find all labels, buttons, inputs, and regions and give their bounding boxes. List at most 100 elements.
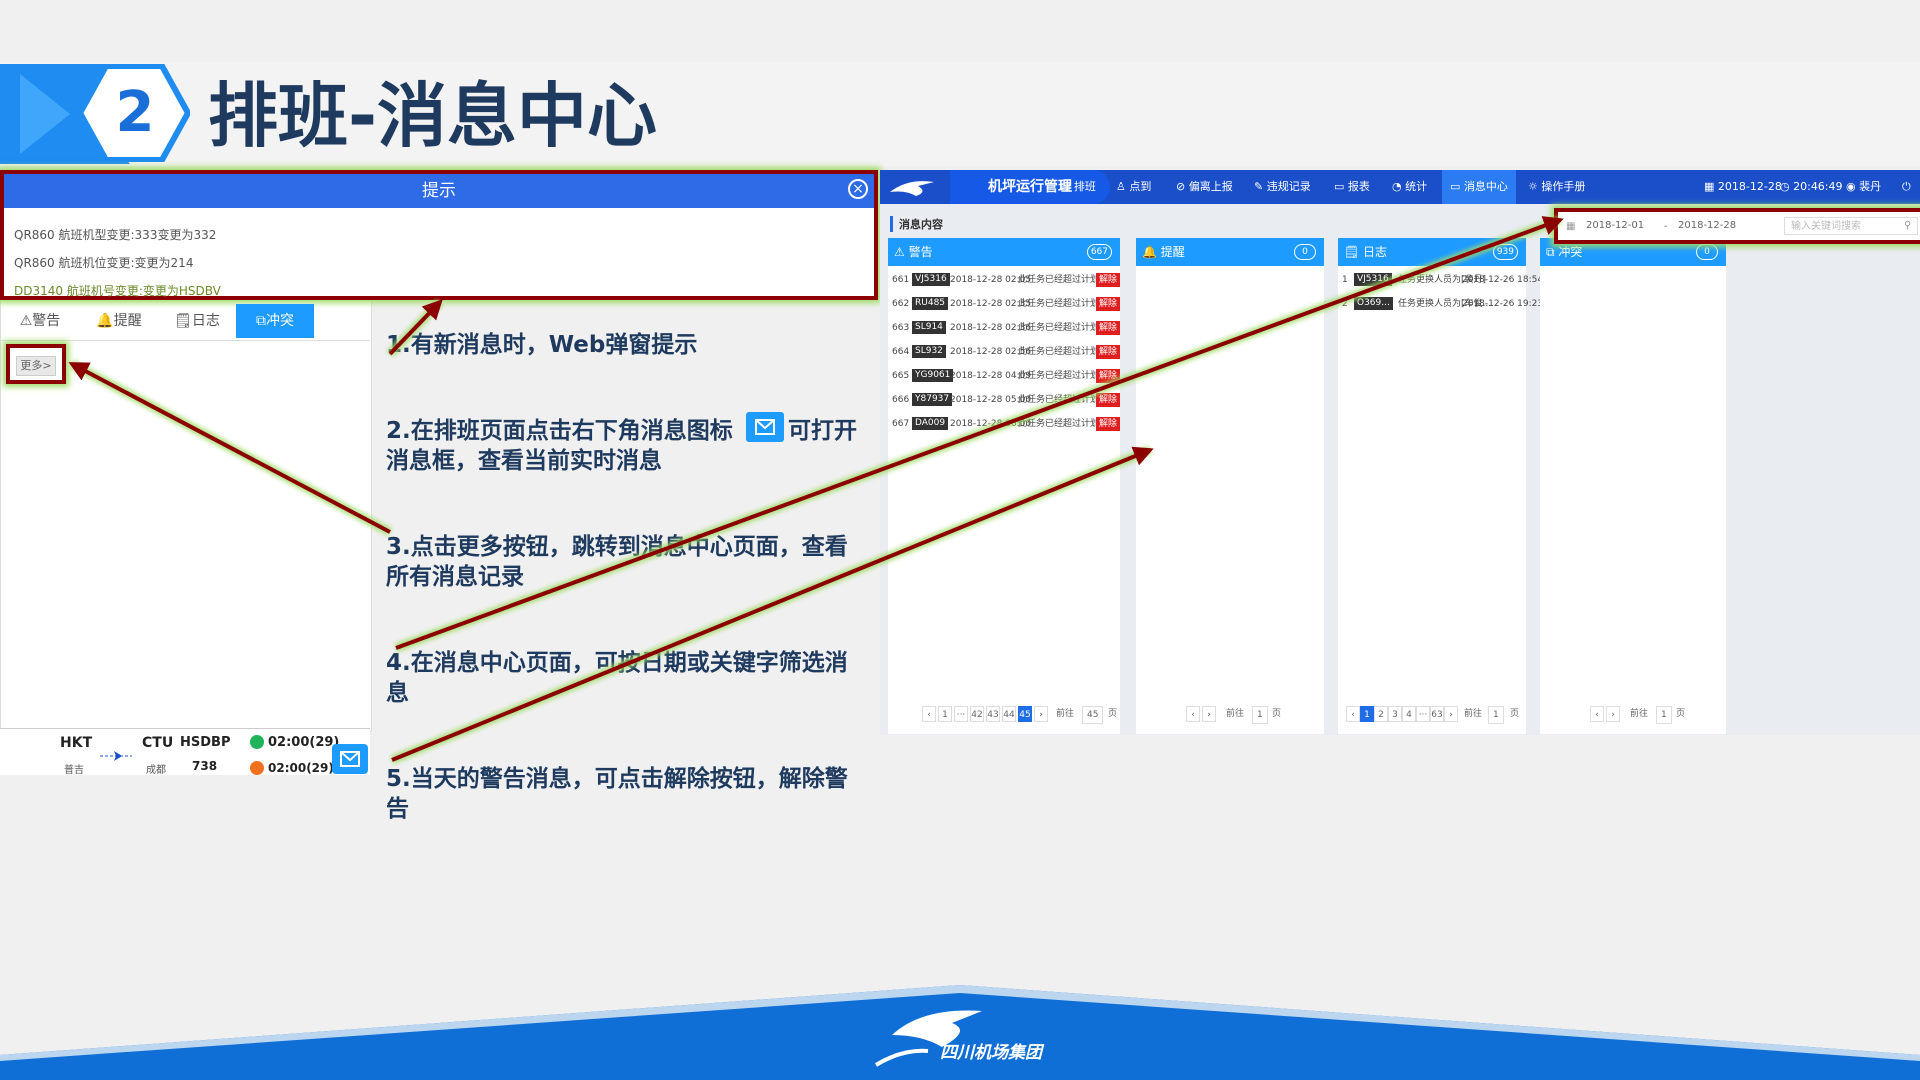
- keyword-search-input[interactable]: 输入关键词搜索: [1784, 217, 1918, 235]
- release-button[interactable]: 解除: [1096, 273, 1121, 287]
- tab-warning[interactable]: ⚠警告: [4, 304, 76, 338]
- nav-report[interactable]: ▭ 报表: [1334, 170, 1378, 204]
- goto-input[interactable]: 1: [1656, 706, 1672, 724]
- row-message: 此任务已经超过计划...: [1018, 275, 1108, 285]
- next-page-button[interactable]: ›: [1606, 706, 1620, 722]
- mail-icon-inline: [746, 412, 784, 442]
- nav-message-center[interactable]: ▭ 消息中心: [1442, 170, 1516, 204]
- nav-stats[interactable]: ◔ 统计: [1392, 170, 1436, 204]
- card-count: 939: [1492, 244, 1518, 260]
- note-3: 3.点击更多按钮，跳转到消息中心页面，查看所有消息记录: [386, 534, 848, 590]
- page-button[interactable]: 2: [1374, 706, 1388, 722]
- prev-page-button[interactable]: ‹: [1590, 706, 1604, 722]
- next-page-button[interactable]: ›: [1034, 706, 1048, 722]
- message-tabs: ⚠警告 🔔提醒 🗒日志 ⧉冲突: [0, 302, 370, 341]
- flight-number-badge: VJ5316: [912, 273, 950, 286]
- mail-icon: [755, 419, 775, 435]
- more-button[interactable]: 更多>: [16, 356, 56, 376]
- row-message: 此任务已经超过计划...: [1018, 323, 1108, 333]
- nav-manual[interactable]: ☼ 操作手册: [1528, 170, 1598, 204]
- nav-label: 偏离上报: [1188, 180, 1233, 193]
- nav-checkin[interactable]: ♙ 点到: [1116, 170, 1160, 204]
- prev-page-button[interactable]: ‹: [922, 706, 936, 722]
- row-time: 2018-12-26 18:54: [1462, 275, 1544, 285]
- start-date-input[interactable]: 2018-12-01: [1580, 217, 1664, 235]
- flight-number-badge: DA009: [912, 417, 949, 430]
- row-index: 1: [1342, 275, 1348, 285]
- warning-row[interactable]: 665 YG9061 2018-12-28 04:09 此任务已经超过计划... 解除: [888, 364, 1121, 388]
- prev-page-button[interactable]: ‹: [1346, 706, 1360, 722]
- release-button[interactable]: 解除: [1096, 321, 1121, 335]
- time-text: 20:46:49: [1793, 180, 1843, 193]
- end-date-input[interactable]: 2018-12-28: [1672, 217, 1764, 235]
- goto-label: 前往: [1464, 709, 1483, 719]
- note-5: 5.当天的警告消息，可点击解除按钮，解除警告: [386, 766, 848, 822]
- page-button[interactable]: 63: [1430, 706, 1444, 722]
- tab-log[interactable]: 🗒日志: [162, 304, 232, 338]
- release-button[interactable]: 解除: [1096, 369, 1121, 383]
- goto-input[interactable]: 1: [1488, 706, 1504, 724]
- tab-remind[interactable]: 🔔提醒: [80, 304, 158, 338]
- nav-violation[interactable]: ✎ 违规记录: [1254, 170, 1318, 204]
- goto-input[interactable]: 45: [1082, 706, 1104, 724]
- calendar-icon: ▦: [1566, 221, 1576, 232]
- page-button[interactable]: 1: [938, 706, 952, 722]
- popup-message: QR860 航班机位变更:变更为214: [14, 256, 194, 270]
- nav-label: 消息中心: [1463, 180, 1508, 193]
- flight-aircraft: HSDBP: [180, 735, 231, 750]
- goto-input[interactable]: 1: [1252, 706, 1268, 724]
- row-message: 此任务已经超过计划...: [1018, 419, 1108, 429]
- note-2-text-b: 可打开: [788, 418, 857, 444]
- next-page-button[interactable]: ›: [1202, 706, 1216, 722]
- mail-icon: [340, 751, 360, 767]
- card-title: 🔔 提醒: [1142, 245, 1185, 259]
- page-button[interactable]: 43: [986, 706, 1000, 722]
- prev-page-button[interactable]: ‹: [1186, 706, 1200, 722]
- flight-row[interactable]: HKT CTU HSDBP 02:00(29) 普吉 成都 738 02:00(…: [0, 728, 370, 776]
- message-center-app: 机坪运行管理 ▤ 排班 ♙ 点到 ⊘ 偏离上报 ✎ 违规记录 ▭ 报表 ◔ 统计…: [880, 170, 1920, 735]
- log-row[interactable]: 1 VJ5316 任务更换人员为[裴丹] 2018-12-26 18:54: [1338, 268, 1543, 292]
- release-button[interactable]: 解除: [1096, 345, 1121, 359]
- page-ellipsis[interactable]: ···: [1416, 706, 1430, 722]
- power-icon[interactable]: ⏻: [1902, 170, 1911, 204]
- message-button[interactable]: [332, 744, 368, 774]
- release-button[interactable]: 解除: [1096, 297, 1121, 311]
- page-button[interactable]: 4: [1402, 706, 1416, 722]
- card-title: 🗒 日志: [1344, 245, 1388, 259]
- warning-row[interactable]: 663 SL914 2018-12-28 02:36 此任务已经超过计划... 解除: [888, 316, 1121, 340]
- page-button[interactable]: 3: [1388, 706, 1402, 722]
- flight-number-badge: VJ5316: [1354, 273, 1392, 286]
- tab-conflict[interactable]: ⧉冲突: [236, 304, 314, 338]
- page-ellipsis[interactable]: ···: [954, 706, 968, 722]
- goto-label: 前往: [1226, 709, 1245, 719]
- page-button-current[interactable]: 1: [1360, 706, 1374, 722]
- search-icon[interactable]: ⚲: [1904, 220, 1911, 231]
- release-button[interactable]: 解除: [1096, 417, 1121, 431]
- nav-label: 报表: [1347, 180, 1370, 193]
- popup-message: DD3140 航班机号变更:变更为HSDBV: [14, 284, 221, 298]
- warning-row[interactable]: 662 RU485 2018-12-28 02:35 此任务已经超过计划... 解除: [888, 292, 1121, 316]
- user-display[interactable]: ◉ 裴丹: [1846, 170, 1881, 204]
- log-row[interactable]: 2 O369... 任务更换人员为[车俊... 2018-12-26 19:23: [1338, 292, 1543, 316]
- app-logo-icon: [890, 181, 934, 196]
- warning-row[interactable]: 661 VJ5316 2018-12-28 02:05 此任务已经超过计划... 解除: [888, 268, 1121, 292]
- nav-label: 统计: [1405, 180, 1428, 193]
- nav-deviation[interactable]: ⊘ 偏离上报: [1176, 170, 1240, 204]
- page-button-current[interactable]: 45: [1018, 706, 1032, 722]
- warning-row[interactable]: 666 Y87937 2018-12-28 05:00 此任务已经超过计划... 解除: [888, 388, 1121, 412]
- row-message: 此任务已经超过计划...: [1018, 299, 1108, 309]
- close-icon[interactable]: ×: [848, 179, 868, 199]
- note-2-text-a: 2.在排班页面点击右下角消息图标: [386, 418, 733, 444]
- page-button[interactable]: 44: [1002, 706, 1016, 722]
- note-4: 4.在消息中心页面，可按日期或关键字筛选消息: [386, 650, 848, 706]
- flight-number-badge: SL914: [912, 321, 946, 334]
- page-button[interactable]: 42: [970, 706, 984, 722]
- status-dot: [250, 761, 264, 775]
- pager: ‹ › 前往 1 页: [1136, 706, 1324, 726]
- warning-row[interactable]: 667 DA009 2018-12-28 06:00 此任务已经超过计划... 解除: [888, 412, 1121, 436]
- release-button[interactable]: 解除: [1096, 393, 1121, 407]
- next-page-button[interactable]: ›: [1444, 706, 1458, 722]
- warning-row[interactable]: 664 SL932 2018-12-28 02:56 此任务已经超过计划... 解除: [888, 340, 1121, 364]
- time-display: ◷ 20:46:49: [1780, 180, 1843, 193]
- nav-schedule[interactable]: ▤ 排班: [1060, 170, 1104, 204]
